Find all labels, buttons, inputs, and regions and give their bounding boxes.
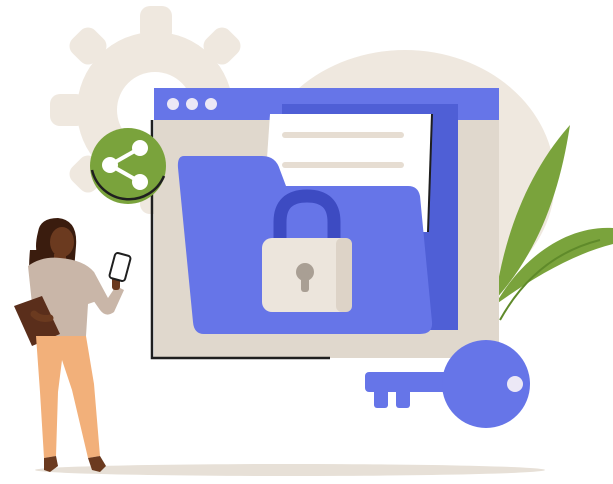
ground-shadow <box>35 464 545 476</box>
window-dot-1 <box>167 98 179 110</box>
share-icon <box>90 128 166 204</box>
phone-icon <box>108 252 132 282</box>
person-face <box>50 227 74 257</box>
secure-file-sharing-illustration <box>14 6 613 476</box>
window-dot-3 <box>205 98 217 110</box>
window-dot-2 <box>186 98 198 110</box>
person-pants <box>36 336 100 458</box>
person <box>14 218 132 472</box>
